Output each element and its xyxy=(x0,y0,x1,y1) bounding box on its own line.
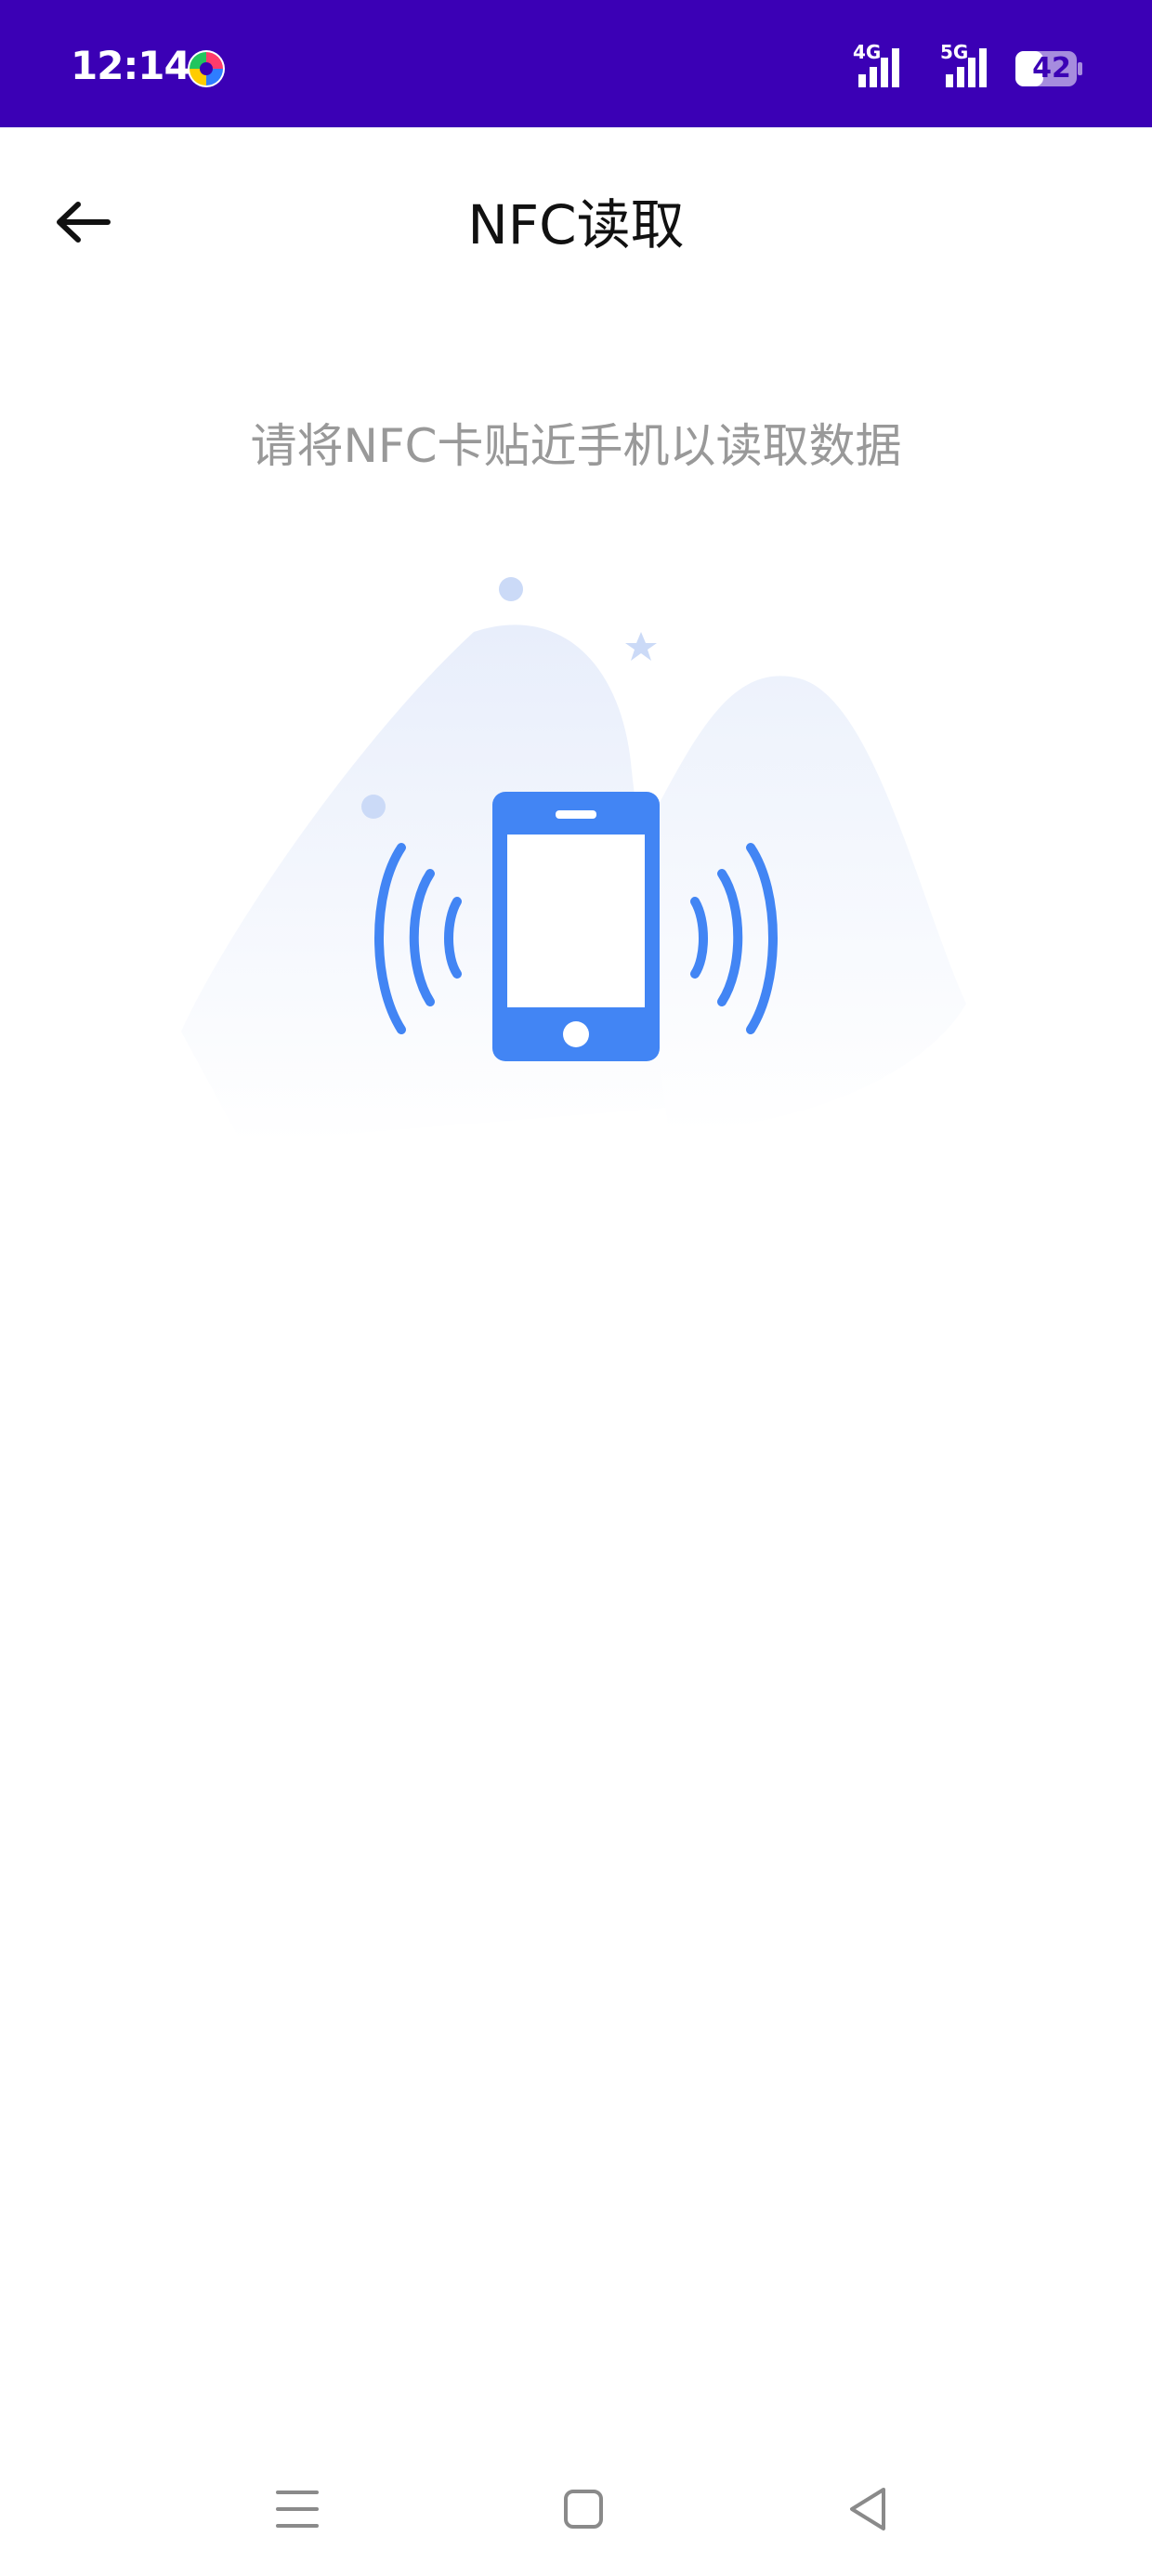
screen: 12:14 4G 5G 42 NFC读取 请将NFC卡贴近手机以读取数据 xyxy=(0,0,1152,2576)
decor-moon-icon xyxy=(764,597,799,634)
menu-icon xyxy=(276,2491,319,2528)
back-triangle-icon xyxy=(850,2488,885,2530)
app-logo-icon xyxy=(188,50,225,87)
instruction-text: 请将NFC卡贴近手机以读取数据 xyxy=(250,419,902,473)
decor-dot-top xyxy=(499,577,523,601)
navigation-bar xyxy=(0,2444,1152,2576)
decor-dot-left xyxy=(361,795,386,819)
background-hill-right xyxy=(632,676,966,1134)
signal-5g-icon: 5G xyxy=(940,41,996,89)
status-bar: 12:14 4G 5G 42 xyxy=(0,0,1152,127)
status-time: 12:14 xyxy=(71,43,191,88)
nav-menu-button[interactable] xyxy=(251,2463,344,2556)
page-title: NFC读取 xyxy=(467,193,685,256)
battery-level: 42 xyxy=(1032,52,1071,85)
home-square-icon xyxy=(564,2490,603,2529)
decor-star-icon xyxy=(625,632,657,661)
phone-icon xyxy=(492,792,660,1061)
signal-4g-icon: 4G xyxy=(853,41,909,89)
nav-back-button[interactable] xyxy=(821,2463,914,2556)
phone-nfc-illustration xyxy=(181,577,966,1143)
app-bar: NFC读取 xyxy=(0,127,1152,313)
nav-home-button[interactable] xyxy=(537,2463,630,2556)
